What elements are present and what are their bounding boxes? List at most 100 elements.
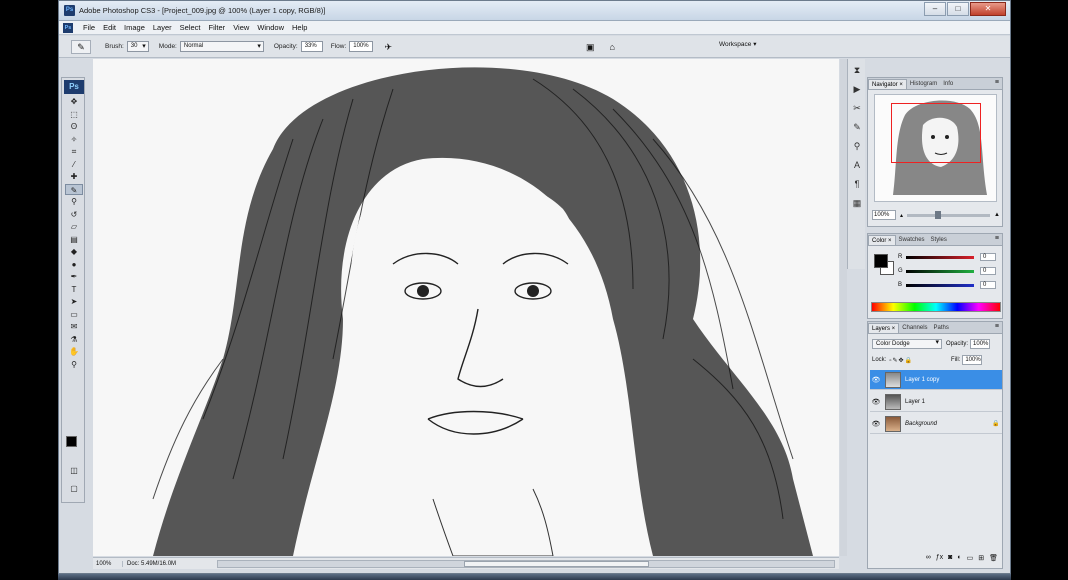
mode-select[interactable]: Normal [179,41,264,52]
color-foreground-swatch[interactable] [874,254,888,268]
flow-input[interactable]: 100% [349,41,374,52]
history-brush-tool-icon[interactable]: ↺ [65,209,83,221]
navigator-zoom-input[interactable]: 100% [872,210,896,220]
menu-filter[interactable]: Filter [205,21,230,35]
hand-tool-icon[interactable]: ✋ [65,346,83,358]
close-button[interactable]: ✕ [970,2,1006,16]
channel-value-r[interactable]: 0 [980,253,996,261]
channel-slider-r[interactable] [906,255,974,259]
panel-menu-icon[interactable]: ≡ [995,323,999,330]
tool-presets-icon[interactable]: ✂ [850,101,864,115]
opacity-input[interactable]: 33% [300,41,323,52]
tab-info[interactable]: Info [940,79,956,89]
visibility-eye-icon[interactable]: 👁 [870,420,882,428]
history-panel-icon[interactable]: ⧗ [850,63,864,77]
actions-panel-icon[interactable]: ▶ [850,82,864,96]
crop-tool-icon[interactable]: ⌗ [65,146,83,158]
layer-row-layer-1-copy[interactable]: 👁 Layer 1 copy [870,370,1002,390]
airbrush-icon[interactable]: ✈ [381,41,395,53]
eyedropper-tool-icon[interactable]: ⚗ [65,334,83,346]
lock-icons[interactable]: ▫✎✥🔒 [889,357,913,364]
maximize-button[interactable]: □ [947,2,969,16]
new-group-icon[interactable]: ▭ [967,554,974,566]
tab-swatches[interactable]: Swatches [896,235,928,245]
bridge-icon[interactable]: ⌂ [605,41,619,53]
brush-tool-icon[interactable]: ✎ [65,183,83,195]
document-canvas[interactable] [93,59,839,556]
palette-well-icon[interactable]: ▣ [583,41,597,53]
scrollbar-thumb[interactable] [464,560,650,567]
visibility-eye-icon[interactable]: 👁 [870,376,882,384]
menu-image[interactable]: Image [120,21,149,35]
dodge-tool-icon[interactable]: ● [65,259,83,271]
slice-tool-icon[interactable]: ⁄ [65,159,83,171]
layer-mask-icon[interactable]: ◙ [948,554,952,566]
channel-slider-b[interactable] [906,283,974,287]
brush-picker[interactable]: 30 [126,41,149,52]
quick-mask-icon[interactable]: ◫ [65,465,83,477]
healing-brush-tool-icon[interactable]: ✚ [65,171,83,183]
channel-value-b[interactable]: 0 [980,281,996,289]
zoom-in-icon[interactable]: ▲ [994,212,1000,218]
shape-tool-icon[interactable]: ▭ [65,309,83,321]
menu-help[interactable]: Help [288,21,311,35]
menu-edit[interactable]: Edit [99,21,120,35]
panel-menu-icon[interactable]: ≡ [995,79,999,86]
color-spectrum-bar[interactable] [871,302,1001,312]
zoom-tool-icon[interactable]: ⚲ [65,359,83,371]
layer-opacity-input[interactable]: 100% [970,339,991,349]
tab-navigator[interactable]: Navigator × [868,79,907,89]
navigator-view-frame[interactable] [891,103,981,163]
zoom-out-icon[interactable]: ▴ [900,212,903,219]
move-tool-icon[interactable]: ✥ [65,96,83,108]
tab-channels[interactable]: Channels [899,323,930,333]
character-panel-icon[interactable]: A [850,158,864,172]
pen-tool-icon[interactable]: ✒ [65,271,83,283]
screen-mode-icon[interactable]: ▢ [65,483,83,495]
path-select-tool-icon[interactable]: ➤ [65,296,83,308]
layer-row-layer-1[interactable]: 👁 Layer 1 [870,392,1002,412]
notes-tool-icon[interactable]: ✉ [65,321,83,333]
blend-mode-select[interactable]: Color Dodge [872,339,942,349]
lasso-tool-icon[interactable]: ʘ [65,121,83,133]
canvas-vertical-scrollbar[interactable] [840,59,847,556]
link-layers-icon[interactable]: ∞ [926,554,931,566]
new-layer-icon[interactable]: ⊞ [978,554,984,566]
layer-row-background[interactable]: 👁 Background 🔒 [870,414,1002,434]
type-tool-icon[interactable]: T [65,284,83,296]
visibility-eye-icon[interactable]: 👁 [870,398,882,406]
canvas-horizontal-scrollbar[interactable] [217,559,835,568]
status-zoom[interactable]: 100% [93,560,123,567]
foreground-color-swatch[interactable] [66,436,77,447]
panel-menu-icon[interactable]: ≡ [995,235,999,242]
tab-layers[interactable]: Layers × [868,323,900,333]
tab-color[interactable]: Color × [868,235,896,245]
tool-preset-picker[interactable]: ✎ [71,39,91,54]
navigator-thumbnail[interactable] [874,94,997,202]
menu-file[interactable]: File [79,21,99,35]
zoom-slider-knob[interactable] [935,210,942,219]
tab-histogram[interactable]: Histogram [907,79,940,89]
adjustment-layer-icon[interactable]: ◐ [957,554,961,566]
channel-value-g[interactable]: 0 [980,267,996,275]
delete-layer-icon[interactable]: 🗑 [989,554,998,566]
menu-view[interactable]: View [229,21,253,35]
color-swatches[interactable] [66,436,82,456]
ps-menu-icon[interactable]: Ps [63,22,73,33]
channel-slider-g[interactable] [906,269,974,273]
marquee-tool-icon[interactable]: ⬚ [65,109,83,121]
minimize-button[interactable]: – [924,2,946,16]
eraser-tool-icon[interactable]: ▱ [65,221,83,233]
menu-select[interactable]: Select [176,21,205,35]
tab-paths[interactable]: Paths [931,323,952,333]
workspace-menu[interactable]: Workspace ▾ [719,40,756,48]
blur-tool-icon[interactable]: ◆ [65,246,83,258]
navigator-zoom-slider[interactable] [907,210,991,219]
menu-window[interactable]: Window [253,21,288,35]
brushes-panel-icon[interactable]: ✎ [850,120,864,134]
clone-source-icon[interactable]: ⚲ [850,139,864,153]
tab-styles[interactable]: Styles [928,235,950,245]
gradient-tool-icon[interactable]: ▤ [65,234,83,246]
fill-input[interactable]: 100% [962,355,983,365]
layer-style-icon[interactable]: ƒx [936,554,943,566]
